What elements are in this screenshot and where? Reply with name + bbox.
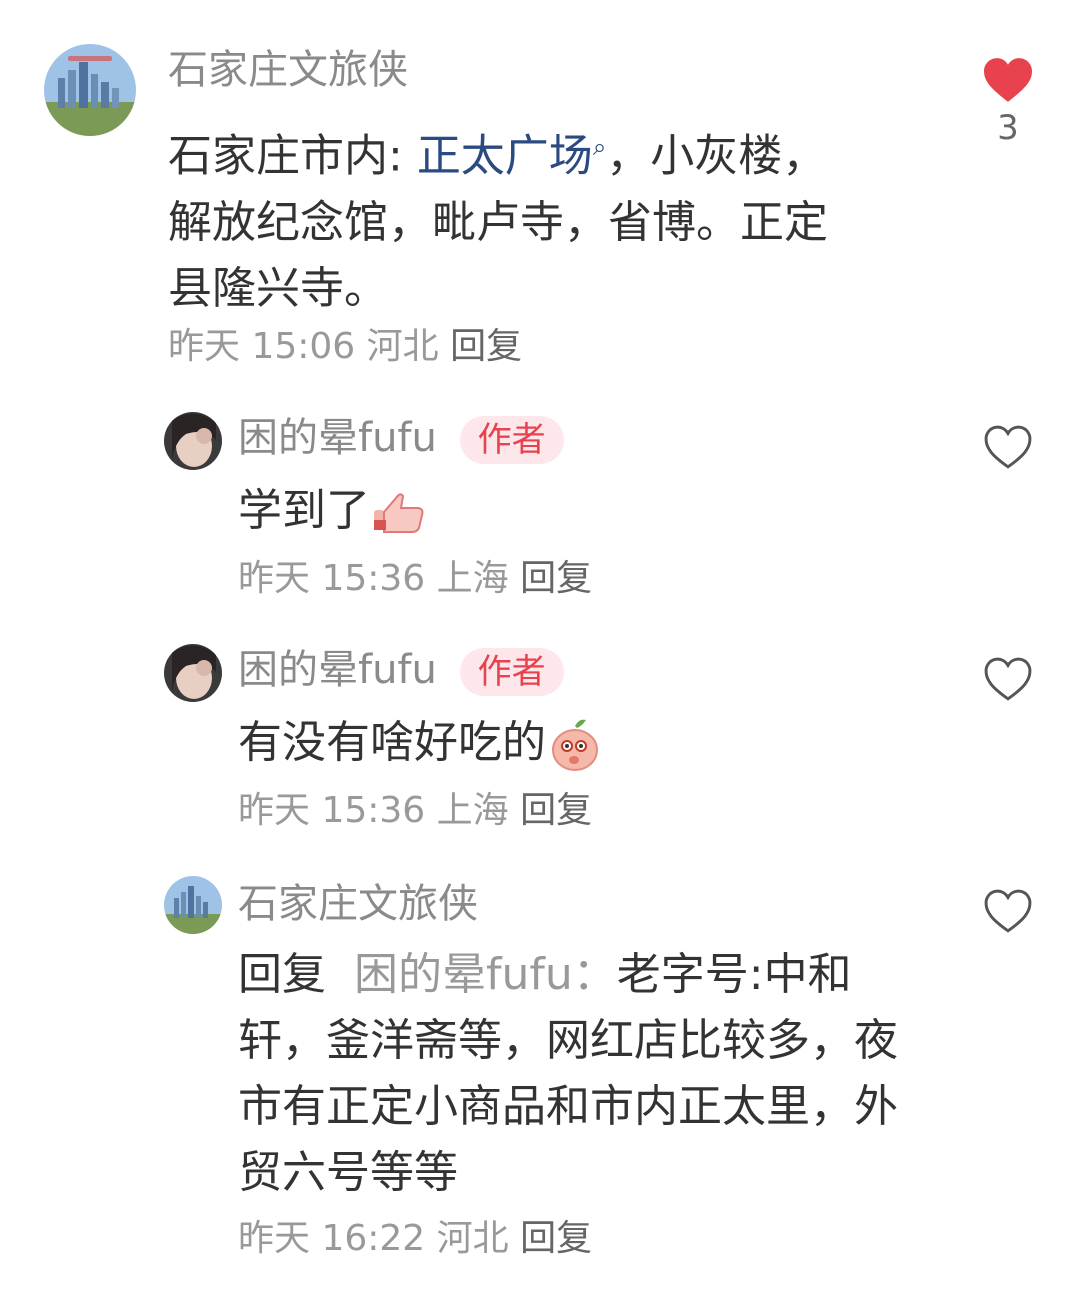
reply-time: 昨天 15:36	[238, 558, 426, 599]
search-icon[interactable]: ⌕	[593, 133, 606, 161]
username-text[interactable]: 困的晕fufu	[238, 415, 437, 461]
comment-username[interactable]: 石家庄文旅侠	[168, 46, 408, 94]
like-button[interactable]	[980, 656, 1036, 702]
reply-time: 昨天 16:22	[238, 1218, 426, 1259]
reply-label: 回复	[238, 949, 326, 1000]
reply-text: 有没有啥好吃的	[238, 710, 604, 776]
author-badge: 作者	[459, 648, 564, 696]
reply-button[interactable]: 回复	[450, 326, 522, 367]
reply-text-content: 有没有啥好吃的	[238, 717, 546, 768]
heart-filled-icon	[984, 58, 1032, 102]
comment-text: 石家庄市内: 正太广场⌕，小灰楼，解放纪念馆，毗卢寺，省博。正定县隆兴寺。	[168, 114, 858, 322]
like-count: 3	[997, 108, 1019, 148]
thumbs-up-emoji	[370, 484, 428, 542]
like-button[interactable]	[980, 424, 1036, 470]
avatar[interactable]	[164, 412, 222, 470]
like-button[interactable]: 3	[980, 56, 1036, 148]
reply-username[interactable]: 石家庄文旅侠	[238, 880, 478, 928]
comment-meta: 昨天 15:06 河北 回复	[168, 324, 522, 370]
heart-outline-icon	[984, 889, 1032, 933]
reply-target[interactable]: 困的晕fufu：	[354, 949, 617, 1000]
reply-username[interactable]: 困的晕fufu 作者	[238, 414, 564, 464]
heart-outline-icon	[984, 425, 1032, 469]
peach-face-emoji	[546, 716, 604, 774]
reply-button[interactable]: 回复	[520, 558, 592, 599]
username-text[interactable]: 困的晕fufu	[238, 647, 437, 693]
reply-meta: 昨天 15:36 上海 回复	[238, 556, 592, 602]
place-link[interactable]: 正太广场	[417, 131, 593, 182]
comment-text-prefix: 石家庄市内:	[168, 130, 417, 182]
comment-time: 昨天 15:06	[168, 326, 356, 367]
comment-location: 河北	[366, 326, 439, 367]
reply-meta: 昨天 15:36 上海 回复	[238, 788, 592, 834]
reply-location: 上海	[436, 558, 509, 599]
reply-location: 上海	[436, 790, 509, 831]
reply-username[interactable]: 困的晕fufu 作者	[238, 646, 564, 696]
reply-location: 河北	[436, 1218, 509, 1259]
author-badge: 作者	[459, 416, 564, 464]
avatar[interactable]	[164, 644, 222, 702]
reply-time: 昨天 15:36	[238, 790, 426, 831]
reply-text: 回复 困的晕fufu：老字号:中和轩，釜洋斋等，网红店比较多，夜市有正定小商品和…	[238, 942, 928, 1206]
avatar[interactable]	[44, 44, 136, 136]
reply-text-content: 学到了	[238, 485, 370, 536]
avatar[interactable]	[164, 876, 222, 934]
like-button[interactable]	[980, 888, 1036, 934]
reply-button[interactable]: 回复	[520, 790, 592, 831]
reply-button[interactable]: 回复	[520, 1218, 592, 1259]
reply-meta: 昨天 16:22 河北 回复	[238, 1216, 592, 1262]
reply-text: 学到了	[238, 478, 428, 544]
heart-outline-icon	[984, 657, 1032, 701]
